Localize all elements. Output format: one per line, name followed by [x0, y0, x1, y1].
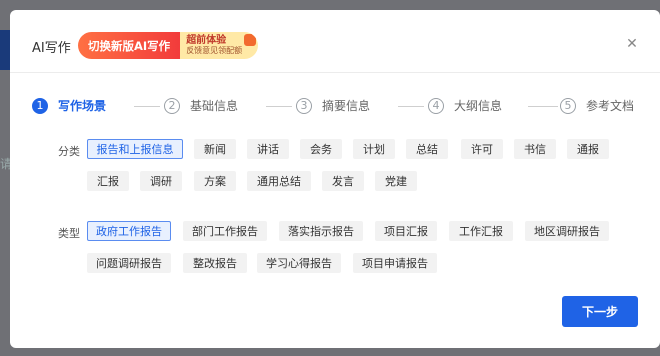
dialog-title: AI写作	[32, 41, 71, 56]
tag-category[interactable]: 党建	[375, 171, 417, 191]
step-4[interactable]: 4 大纲信息	[428, 97, 502, 114]
dialog-header: AI写作 切换新版AI写作 超前体验 反馈意见领配额 ✕	[10, 10, 660, 73]
tag-type[interactable]: 工作汇报	[449, 221, 513, 241]
tag-category[interactable]: 报告和上报信息	[87, 139, 183, 159]
tag-type[interactable]: 政府工作报告	[87, 221, 171, 241]
step-number: 5	[560, 97, 576, 114]
tag-category[interactable]: 通用总结	[247, 171, 311, 191]
background-tab	[0, 30, 10, 70]
tag-type[interactable]: 整改报告	[183, 253, 247, 273]
tag-type[interactable]: 项目汇报	[375, 221, 437, 241]
tag-category[interactable]: 书信	[514, 139, 556, 159]
tag-type[interactable]: 项目申请报告	[353, 253, 437, 273]
promo-feedback-label: 反馈意见领配额	[186, 46, 243, 55]
step-5[interactable]: 5 参考文档	[560, 97, 634, 114]
category-label: 分类	[58, 145, 80, 158]
tag-type[interactable]: 地区调研报告	[525, 221, 609, 241]
close-icon[interactable]: ✕	[626, 37, 638, 51]
gift-icon	[244, 34, 256, 46]
step-number: 4	[428, 97, 444, 114]
step-connector	[528, 106, 558, 107]
step-label: 摘要信息	[322, 99, 371, 113]
next-step-button[interactable]: 下一步	[562, 296, 638, 327]
step-connector	[266, 106, 292, 107]
step-label: 大纲信息	[454, 99, 503, 113]
tag-type[interactable]: 学习心得报告	[257, 253, 341, 273]
step-1[interactable]: 1 写作场景	[32, 97, 106, 114]
step-2[interactable]: 2 基础信息	[164, 97, 238, 114]
tag-category[interactable]: 许可	[461, 139, 503, 159]
tag-category[interactable]: 新闻	[194, 139, 236, 159]
type-label: 类型	[58, 227, 80, 240]
step-3[interactable]: 3 摘要信息	[296, 97, 370, 114]
tag-category[interactable]: 发言	[322, 171, 364, 191]
tag-category[interactable]: 汇报	[87, 171, 129, 191]
tag-category[interactable]: 总结	[406, 139, 448, 159]
tag-type[interactable]: 落实指示报告	[279, 221, 363, 241]
step-label: 基础信息	[190, 99, 239, 113]
tag-category[interactable]: 讲话	[247, 139, 289, 159]
switch-new-version-banner[interactable]: 切换新版AI写作 超前体验 反馈意见领配额	[78, 32, 258, 59]
tag-category[interactable]: 方案	[194, 171, 236, 191]
step-connector	[134, 106, 160, 107]
step-number: 2	[164, 97, 180, 114]
step-label: 参考文档	[586, 99, 635, 113]
step-number: 3	[296, 97, 312, 114]
step-label: 写作场景	[58, 99, 107, 113]
promo-experience-box: 超前体验 反馈意见领配额	[180, 32, 258, 59]
tag-type[interactable]: 问题调研报告	[87, 253, 171, 273]
tag-category[interactable]: 通报	[567, 139, 609, 159]
tag-type[interactable]: 部门工作报告	[183, 221, 267, 241]
promo-switch-label: 切换新版AI写作	[78, 32, 181, 59]
tag-category[interactable]: 计划	[353, 139, 395, 159]
step-connector	[398, 106, 424, 107]
tag-category[interactable]: 会务	[300, 139, 342, 159]
tag-category[interactable]: 调研	[140, 171, 182, 191]
ai-writing-dialog: AI写作 切换新版AI写作 超前体验 反馈意见领配额 ✕ 1 写作场景 2 基础…	[10, 10, 660, 348]
step-number: 1	[32, 97, 48, 114]
